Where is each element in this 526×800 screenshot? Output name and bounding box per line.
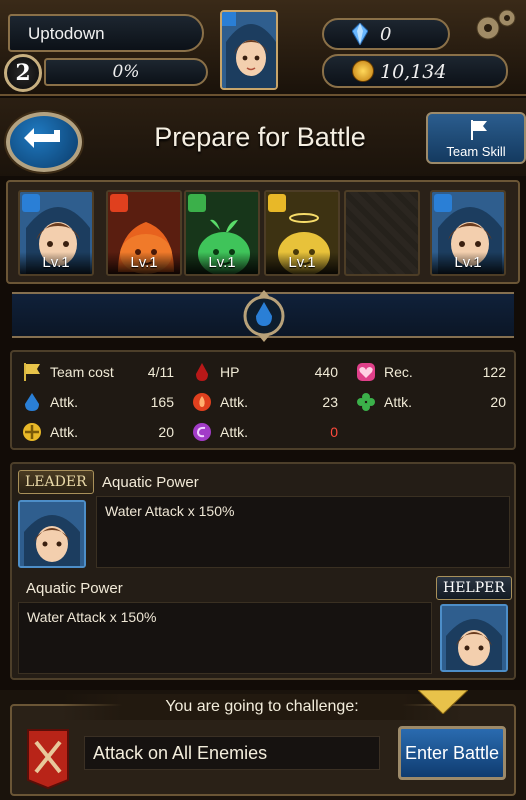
party-slots: Lv.1 Lv.1 Lv.1 Lv.1 Lv.1 [6,180,520,284]
team-skill-label: Team Skill [446,144,506,159]
light-cross-icon [23,423,41,441]
hero-portrait-icon [442,606,506,670]
heart-icon [357,363,375,381]
helper-skill-name: Aquatic Power [26,580,123,597]
leader-skill-desc: Water Attack x 150% [96,496,510,568]
enter-battle-button[interactable]: Enter Battle [398,726,506,780]
fire-attribute-icon [110,194,128,212]
party-slot-4[interactable]: Lv.1 [264,190,340,276]
water-orb-icon [243,290,285,342]
screen-header: Prepare for Battle Team Skill [0,98,526,176]
hero-portrait-icon [222,12,276,88]
team-skill-button[interactable]: Team Skill [426,112,526,164]
arrow-down-icon [418,690,468,714]
helper-skill-desc: Water Attack x 150% [18,602,432,674]
wood-attribute-icon [188,194,206,212]
exp-bar: 0% [44,58,208,86]
slot-level: Lv.1 [266,252,338,274]
party-slot-helper[interactable]: Lv.1 [430,190,506,276]
water-attribute-icon [22,194,40,212]
blood-drop-icon [196,363,208,381]
settings-button[interactable] [470,6,520,46]
gold-count: 10,134 [380,61,447,83]
gear-icon [476,9,516,40]
flag-icon [471,120,487,140]
slot-level: Lv.1 [432,252,504,274]
gem-icon [352,23,368,45]
stat-recovery: Rec. 122 [356,360,506,384]
stat-wood-attack: Attk. 20 [356,390,506,414]
stat-team-cost: Team cost 4/11 [22,360,174,384]
fire-icon [193,393,211,411]
party-slot-2[interactable]: Lv.1 [106,190,182,276]
top-status-bar: Uptodown 2 0% 0 10,134 [0,0,526,96]
party-slot-leader[interactable]: Lv.1 [18,190,94,276]
slot-level: Lv.1 [20,252,92,274]
leader-skill-name: Aquatic Power [102,474,199,491]
stat-hp: HP 440 [192,360,338,384]
player-name-plate[interactable]: Uptodown [8,14,204,52]
team-switch-button[interactable] [241,290,287,342]
light-attribute-icon [268,194,286,212]
stat-water-attack: Attk. 165 [22,390,174,414]
back-button[interactable] [6,112,82,172]
player-name: Uptodown [28,24,105,43]
party-slot-empty[interactable] [344,190,420,276]
helper-tag: HELPER [436,576,512,600]
stat-dark-attack: Attk. 0 [192,420,338,444]
stat-fire-attack: Attk. 23 [192,390,338,414]
gem-counter[interactable]: 0 [322,18,450,50]
flag-icon [24,363,40,381]
water-attribute-icon [434,194,452,212]
exp-percent: 0% [112,62,140,82]
gold-counter[interactable]: 10,134 [322,54,508,88]
gold-coin-icon [352,60,374,82]
battle-banner-icon [27,729,69,790]
player-level: 2 [15,60,31,86]
gem-count: 0 [380,24,392,45]
page-title: Prepare for Battle [154,122,366,152]
helper-portrait[interactable] [440,604,508,672]
slot-level: Lv.1 [108,252,180,274]
leader-tag: LEADER [18,470,94,494]
wood-clover-icon [357,393,375,411]
back-arrow-icon [24,128,60,148]
challenge-section: Attack on All Enemies Enter Battle You a… [0,690,526,800]
hero-portrait-icon [20,502,84,566]
dark-swirl-icon [193,423,211,441]
player-level-badge: 2 [4,54,42,92]
skills-panel: LEADER Aquatic Power Water Attack x 150%… [10,462,516,680]
player-avatar[interactable] [220,10,278,90]
party-slot-3[interactable]: Lv.1 [184,190,260,276]
slot-level: Lv.1 [186,252,258,274]
team-stats-panel: Team cost 4/11 Attk. 165 Attk. 20 HP 440… [10,350,516,450]
stat-light-attack: Attk. 20 [22,420,174,444]
leader-portrait[interactable] [18,500,86,568]
water-drop-icon [25,393,39,411]
challenge-caption: You are going to challenge: [62,694,462,720]
challenge-target: Attack on All Enemies [84,736,380,770]
